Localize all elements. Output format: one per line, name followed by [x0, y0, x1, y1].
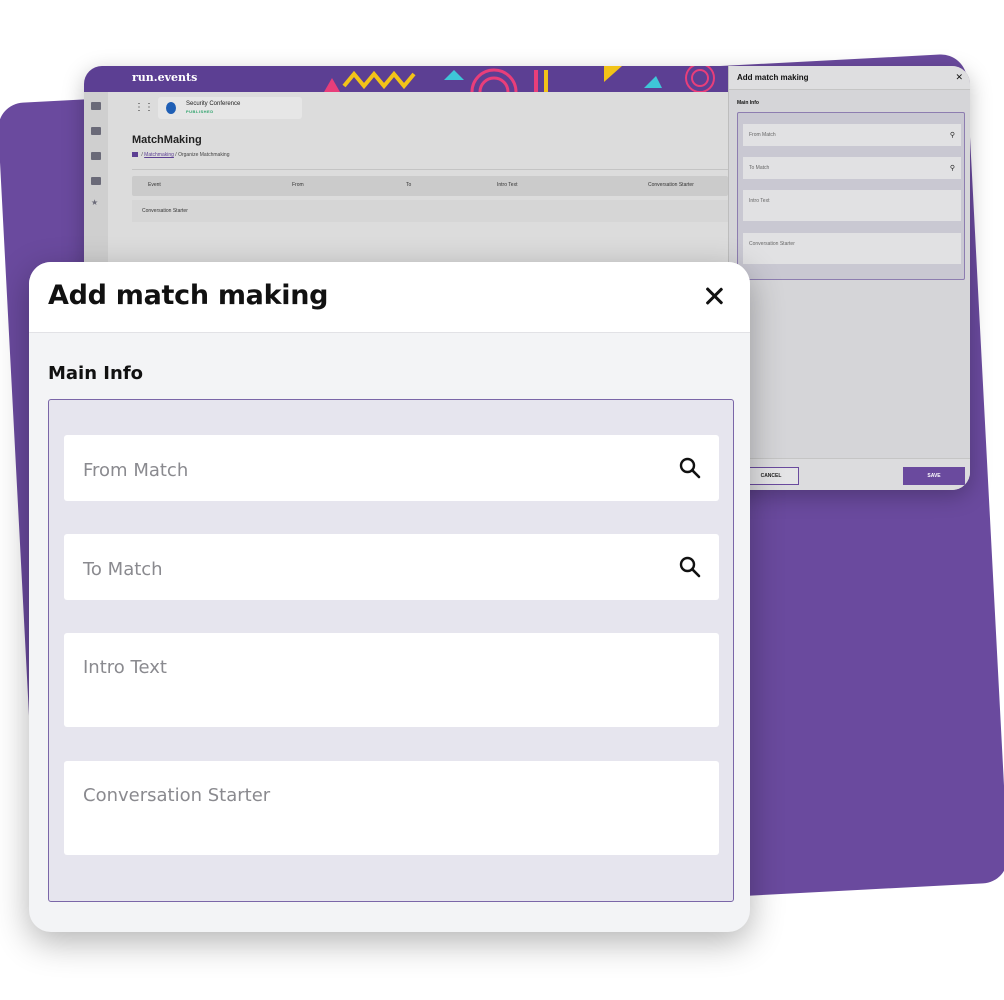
breadcrumb-current: Organize Matchmaking [178, 152, 230, 158]
home-icon[interactable] [132, 152, 138, 158]
column-header-conversation-starter[interactable]: Conversation Starter [648, 182, 694, 188]
side-conversation-starter-field[interactable]: Conversation Starter [743, 233, 961, 264]
image-icon[interactable] [91, 127, 101, 135]
close-icon[interactable] [700, 282, 728, 310]
intro-text-placeholder: Intro Text [83, 657, 167, 678]
save-button[interactable]: SAVE [903, 467, 965, 485]
event-selector[interactable]: Security Conference PUBLISHED [158, 97, 302, 119]
chat-icon[interactable] [91, 102, 101, 110]
clipboard-icon[interactable] [91, 177, 101, 185]
cancel-button[interactable]: CANCEL [743, 467, 799, 485]
close-icon[interactable]: ✕ [955, 72, 963, 83]
modal-header: Add match making [29, 262, 750, 333]
side-panel-footer: CANCEL SAVE [729, 458, 970, 490]
side-panel-main-info-box: From Match ⚲ To Match ⚲ Intro Text Conve… [737, 112, 965, 280]
table-header: Event From To Intro Text Conversation St… [132, 176, 728, 196]
search-icon[interactable]: ⚲ [950, 164, 955, 172]
add-match-making-modal: Add match making Main Info From Match To… [29, 262, 750, 932]
column-header-event[interactable]: Event [148, 182, 161, 188]
event-logo [166, 102, 176, 114]
side-from-match-field[interactable]: From Match ⚲ [743, 124, 961, 146]
modal-title: Add match making [48, 280, 329, 311]
side-from-match-label: From Match [749, 132, 776, 138]
divider [132, 169, 728, 170]
side-to-match-label: To Match [749, 165, 770, 171]
side-panel-header: Add match making ✕ [729, 66, 970, 90]
search-icon[interactable] [679, 556, 701, 578]
side-panel-add-match-making: Add match making ✕ Main Info From Match … [728, 66, 970, 490]
search-icon[interactable] [679, 457, 701, 479]
section-title-main-info: Main Info [48, 363, 144, 384]
decorative-pattern [324, 66, 715, 92]
main-info-box: From Match To Match Intro Text Conversat… [48, 399, 734, 902]
column-header-intro-text[interactable]: Intro Text [497, 182, 517, 188]
side-conversation-starter-label: Conversation Starter [749, 241, 795, 247]
to-match-field[interactable]: To Match [64, 534, 719, 600]
side-intro-text-label: Intro Text [749, 198, 770, 204]
to-match-placeholder: To Match [83, 559, 163, 580]
column-header-from[interactable]: From [292, 182, 304, 188]
event-name: Security Conference [186, 101, 241, 107]
search-icon[interactable]: ⚲ [950, 131, 955, 139]
from-match-placeholder: From Match [83, 460, 189, 481]
intro-text-field[interactable]: Intro Text [64, 633, 719, 727]
column-header-to[interactable]: To [406, 182, 411, 188]
conversation-starter-placeholder: Conversation Starter [83, 785, 271, 806]
brand-logo: run.events [132, 71, 198, 84]
table-cell: Conversation Starter [142, 208, 188, 214]
folder-icon[interactable] [91, 152, 101, 160]
star-icon[interactable]: ★ [91, 198, 101, 207]
side-panel-title: Add match making [737, 73, 809, 82]
side-to-match-field[interactable]: To Match ⚲ [743, 157, 961, 179]
side-panel-section-title: Main Info [737, 100, 759, 106]
breadcrumb-link-matchmaking[interactable]: Matchmaking [144, 152, 174, 158]
table-row[interactable]: Conversation Starter [132, 200, 728, 222]
event-status-badge: PUBLISHED [186, 109, 214, 114]
breadcrumb: / Matchmaking / Organize Matchmaking [132, 152, 230, 158]
from-match-field[interactable]: From Match [64, 435, 719, 501]
page-title: MatchMaking [132, 134, 202, 146]
side-intro-text-field[interactable]: Intro Text [743, 190, 961, 221]
conversation-starter-field[interactable]: Conversation Starter [64, 761, 719, 855]
